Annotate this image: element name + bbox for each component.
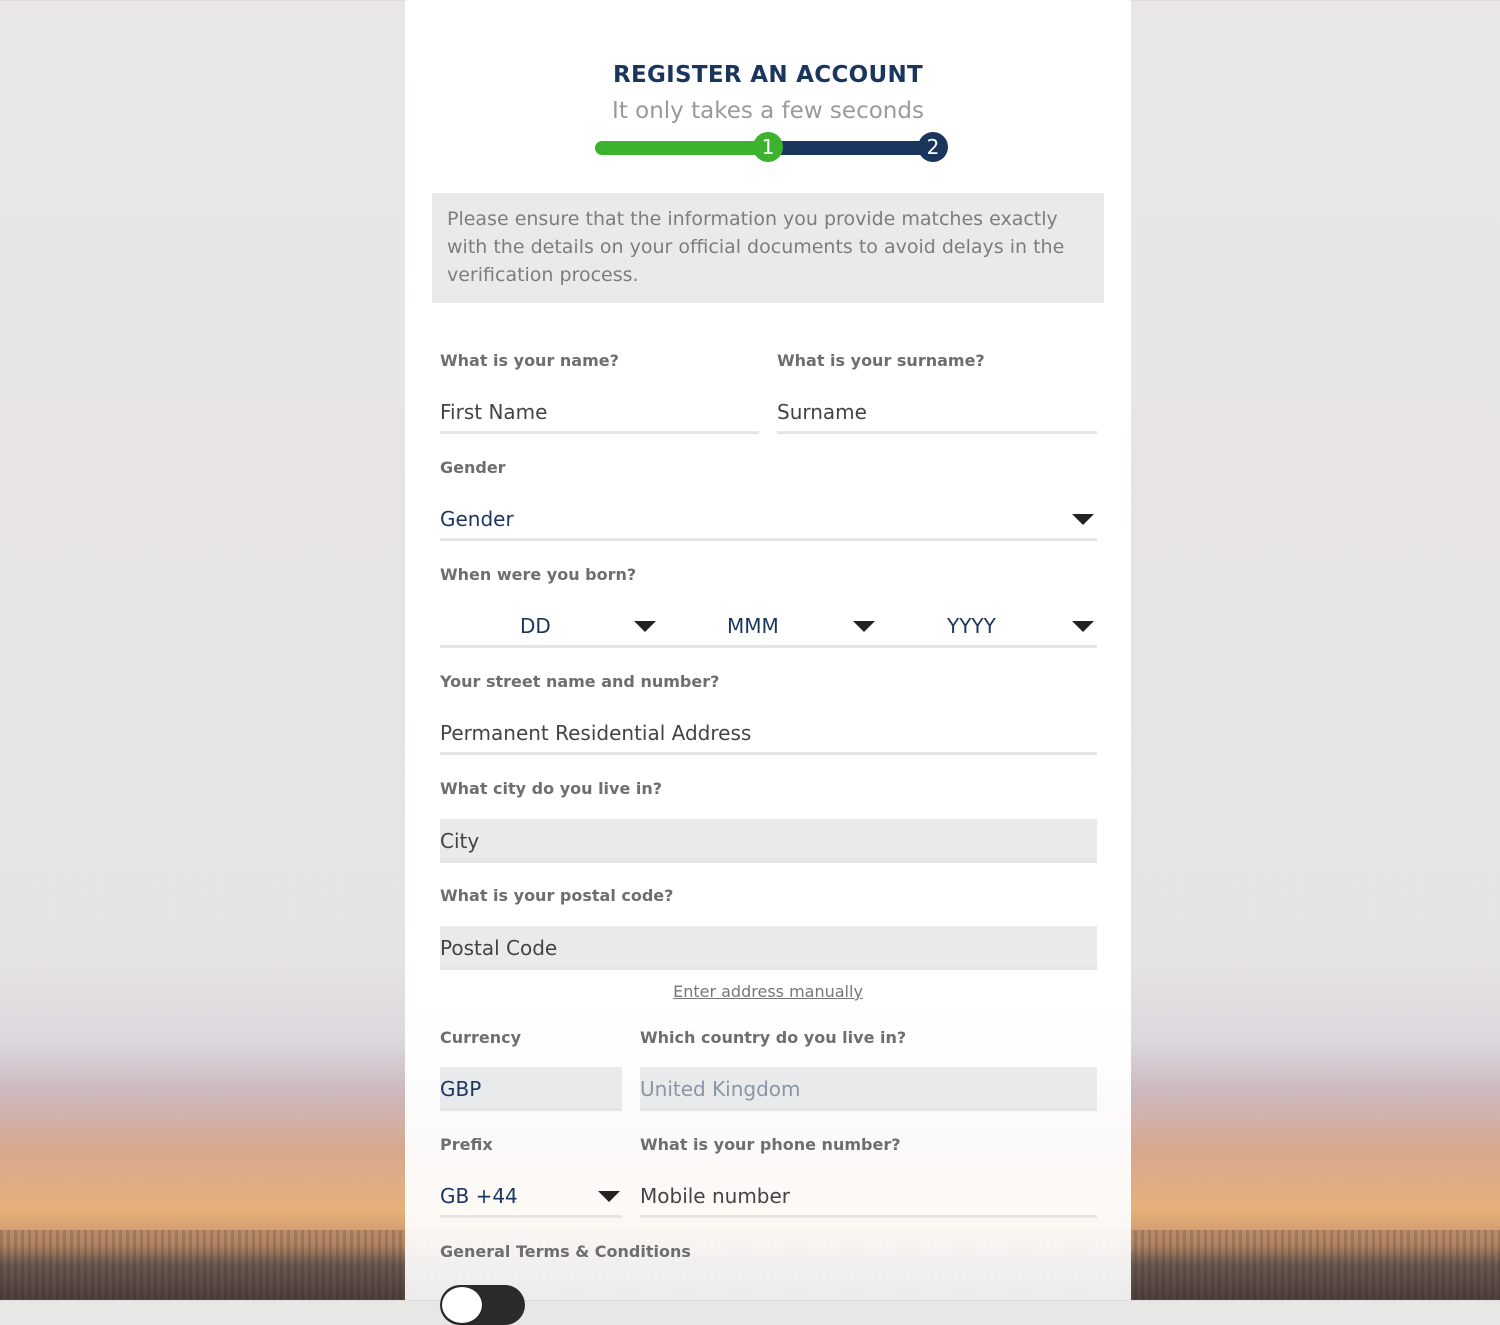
prefix-label: Prefix (440, 1135, 493, 1154)
chevron-down-icon (853, 621, 875, 632)
phone-label: What is your phone number? (640, 1135, 901, 1154)
surname-label: What is your surname? (777, 351, 985, 370)
mobile-number-placeholder: Mobile number (640, 1184, 791, 1208)
gender-label: Gender (440, 458, 506, 477)
dob-day-value: DD (520, 614, 551, 638)
postal-code-input[interactable]: Postal Code (440, 926, 1097, 970)
toggle-knob (442, 1287, 482, 1323)
enter-address-manually-link[interactable]: Enter address manually (405, 982, 1131, 1001)
currency-label: Currency (440, 1028, 522, 1047)
city-label: What city do you live in? (440, 779, 663, 798)
chevron-down-icon (1072, 514, 1094, 525)
chevron-down-icon (634, 621, 656, 632)
country-label: Which country do you live in? (640, 1028, 907, 1047)
dob-label: When were you born? (440, 565, 637, 584)
chevron-down-icon (1072, 621, 1094, 632)
first-name-input[interactable]: First Name (440, 390, 759, 434)
phone-prefix-value: GB +44 (440, 1184, 518, 1208)
postal-code-placeholder: Postal Code (440, 936, 558, 960)
verification-notice: Please ensure that the information you p… (432, 193, 1104, 303)
street-label: Your street name and number? (440, 672, 720, 691)
step-progress: 1 2 (595, 132, 950, 162)
postal-code-label: What is your postal code? (440, 886, 674, 905)
step-1-indicator: 1 (753, 132, 783, 162)
city-input[interactable]: City (440, 819, 1097, 863)
name-label: What is your name? (440, 351, 619, 370)
surname-input[interactable]: Surname (777, 390, 1097, 434)
step-2-indicator: 2 (918, 132, 948, 162)
mobile-number-input[interactable]: Mobile number (640, 1174, 1097, 1218)
terms-toggle[interactable] (440, 1285, 525, 1325)
gender-selected-value: Gender (440, 507, 514, 531)
progress-completed-bar (595, 141, 770, 155)
dob-day-select[interactable]: DD (440, 604, 659, 648)
phone-prefix-select[interactable]: GB +44 (440, 1174, 622, 1218)
country-field[interactable]: United Kingdom (640, 1067, 1097, 1111)
dob-month-value: MMM (727, 614, 779, 638)
street-address-placeholder: Permanent Residential Address (440, 721, 752, 745)
currency-value: GBP (440, 1077, 482, 1101)
terms-label: General Terms & Conditions (440, 1242, 691, 1261)
dob-month-select[interactable]: MMM (659, 604, 878, 648)
dob-year-value: YYYY (947, 614, 996, 638)
street-address-input[interactable]: Permanent Residential Address (440, 711, 1097, 755)
surname-placeholder: Surname (777, 400, 867, 424)
registration-panel: REGISTER AN ACCOUNT It only takes a few … (405, 0, 1131, 1325)
progress-remaining-bar (770, 141, 940, 155)
page-title: REGISTER AN ACCOUNT (612, 62, 924, 88)
first-name-placeholder: First Name (440, 400, 548, 424)
city-placeholder: City (440, 829, 480, 853)
chevron-down-icon (598, 1191, 620, 1202)
country-value: United Kingdom (640, 1077, 801, 1101)
currency-field[interactable]: GBP (440, 1067, 622, 1111)
gender-select[interactable]: Gender (440, 497, 1097, 541)
page-subtitle: It only takes a few seconds (612, 98, 924, 124)
dob-year-select[interactable]: YYYY (878, 604, 1097, 648)
